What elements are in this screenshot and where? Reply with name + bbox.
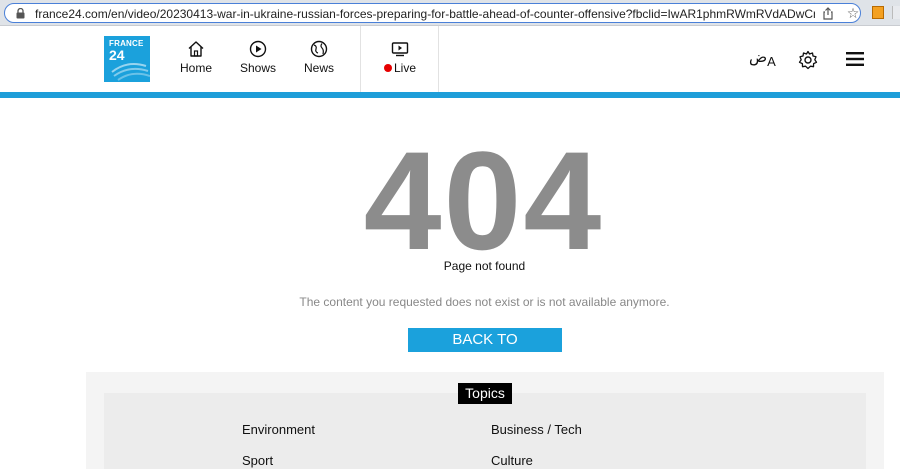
topic-link-culture[interactable]: Culture	[491, 453, 533, 468]
url-text: france24.com/en/video/20230413-war-in-uk…	[35, 7, 815, 21]
language-glyph-arabic: ض	[749, 49, 768, 66]
hamburger-menu-icon[interactable]	[846, 52, 864, 66]
error-code: 404	[363, 122, 604, 279]
topics-title: Topics	[458, 383, 512, 404]
play-icon	[249, 40, 267, 58]
back-to-homepage-button[interactable]: BACK TO HOMEPAGE	[408, 328, 562, 372]
france24-logo[interactable]: FRANCE 24	[104, 36, 150, 82]
language-glyph-latin: A	[767, 54, 776, 69]
lock-icon	[16, 8, 25, 19]
nav-news-label: News	[303, 61, 334, 75]
language-icon[interactable]: ضA	[749, 48, 776, 70]
topics-panel	[104, 393, 866, 469]
topic-link-business-tech[interactable]: Business / Tech	[491, 422, 582, 437]
nav-home-label: Home	[179, 61, 212, 75]
logo-text-24: 24	[109, 47, 125, 63]
error-title: Page not found	[443, 259, 526, 273]
nav-live[interactable]: Live	[380, 40, 420, 80]
bookmark-star-icon[interactable]: ☆	[846, 6, 860, 20]
nav-live-label: Live	[380, 61, 420, 75]
nav-home[interactable]: Home	[176, 40, 216, 80]
share-icon[interactable]	[822, 7, 834, 20]
topic-link-environment[interactable]: Environment	[242, 422, 315, 437]
topic-link-sport[interactable]: Sport	[242, 453, 273, 468]
extension-overflow-icon[interactable]	[892, 6, 900, 19]
tv-icon	[391, 42, 409, 57]
globe-icon	[310, 40, 328, 58]
error-description: The content you requested does not exist…	[299, 295, 670, 309]
nav-shows[interactable]: Shows	[238, 40, 278, 80]
live-indicator-dot	[383, 64, 392, 72]
extension-icon[interactable]	[872, 6, 884, 19]
browser-toolbar: france24.com/en/video/20230413-war-in-uk…	[0, 0, 900, 26]
nav-shows-label: Shows	[239, 61, 277, 75]
nav-divider	[438, 26, 439, 92]
site-header: FRANCE 24 Home Shows News Live ضA	[0, 26, 900, 92]
home-icon	[188, 41, 204, 57]
address-bar[interactable]: france24.com/en/video/20230413-war-in-uk…	[4, 3, 861, 23]
nav-news[interactable]: News	[299, 40, 339, 80]
gear-icon[interactable]	[798, 50, 818, 70]
nav-divider	[360, 26, 361, 92]
header-accent-bar	[0, 92, 900, 98]
nav-live-text: Live	[393, 61, 416, 75]
